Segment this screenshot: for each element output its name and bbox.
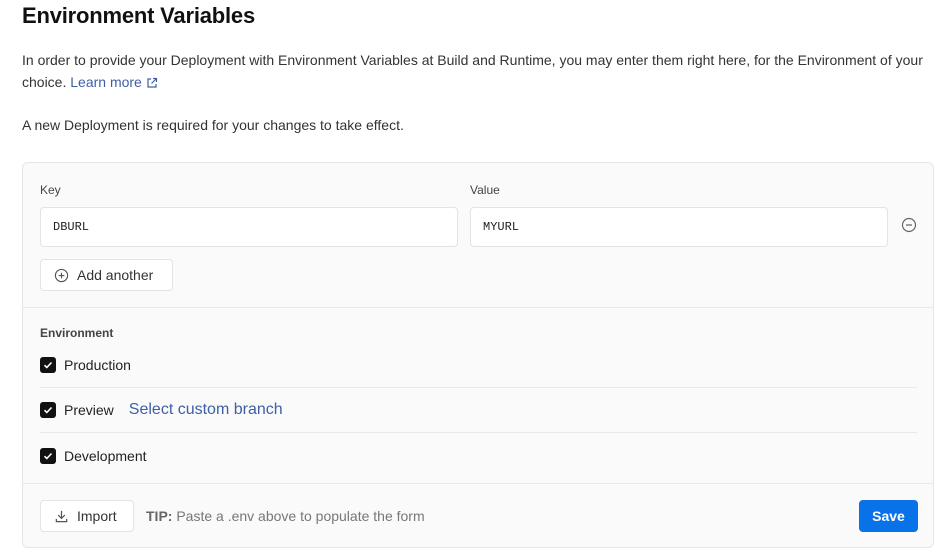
add-another-button[interactable]: Add another xyxy=(40,259,173,291)
page-description: In order to provide your Deployment with… xyxy=(22,49,937,93)
check-icon xyxy=(43,406,53,414)
development-checkbox[interactable] xyxy=(40,447,56,464)
add-another-label: Add another xyxy=(77,267,154,283)
env-option-production[interactable]: Production xyxy=(40,343,917,388)
save-button[interactable]: Save xyxy=(859,500,918,532)
value-label: Value xyxy=(470,183,500,197)
redeploy-note: A new Deployment is required for your ch… xyxy=(22,117,404,133)
key-label: Key xyxy=(40,183,61,197)
env-var-form: Key Value DBURL MYURL Add another Enviro… xyxy=(22,162,934,548)
import-label: Import xyxy=(77,508,117,524)
env-option-preview[interactable]: Preview Select custom branch xyxy=(40,388,917,433)
environment-title: Environment xyxy=(40,326,114,340)
select-custom-branch-link[interactable]: Select custom branch xyxy=(129,401,283,419)
variables-section: Key Value DBURL MYURL Add another xyxy=(23,163,933,307)
check-icon xyxy=(43,452,53,460)
plus-circle-icon xyxy=(54,268,69,282)
form-footer: Import TIP: Paste a .env above to popula… xyxy=(23,483,933,547)
tip-message: Paste a .env above to populate the form xyxy=(176,508,425,524)
learn-more-link[interactable]: Learn more xyxy=(70,74,158,90)
production-checkbox[interactable] xyxy=(40,357,56,373)
page-title: Environment Variables xyxy=(22,3,255,28)
production-label: Production xyxy=(64,357,131,373)
minus-circle-icon[interactable] xyxy=(901,217,917,233)
section-divider xyxy=(23,307,933,308)
tip-label: TIP: xyxy=(146,508,173,524)
import-button[interactable]: Import xyxy=(40,500,134,532)
preview-checkbox[interactable] xyxy=(40,402,56,418)
value-input[interactable]: MYURL xyxy=(470,207,888,247)
learn-more-label: Learn more xyxy=(70,74,142,90)
env-option-development[interactable]: Development xyxy=(40,433,917,478)
check-icon xyxy=(43,361,53,369)
key-input[interactable]: DBURL xyxy=(40,207,458,247)
tip-text: TIP: Paste a .env above to populate the … xyxy=(146,508,425,524)
development-label: Development xyxy=(64,447,147,464)
external-link-icon xyxy=(147,77,157,88)
download-icon xyxy=(55,510,68,522)
preview-label: Preview xyxy=(64,402,114,418)
